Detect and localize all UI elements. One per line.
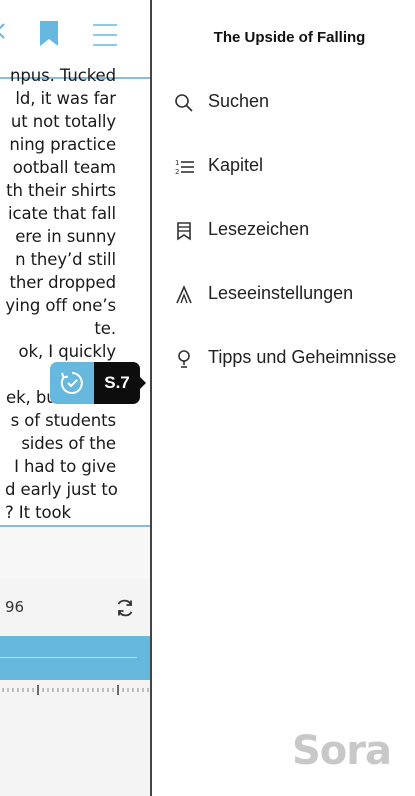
search-icon — [174, 93, 194, 113]
menu-item-reading-settings[interactable]: Leseeinstellungen — [174, 275, 415, 315]
page-indicator[interactable]: S.7 — [50, 362, 146, 404]
text-line: d early just to — [5, 480, 118, 499]
text-line: ld, it was far — [15, 89, 116, 108]
text-line: s of students — [10, 411, 116, 430]
text-line: ok, I quickly — [18, 342, 117, 361]
svg-text:2: 2 — [175, 168, 179, 176]
text-line: I had to give — [14, 457, 116, 476]
badge-arrow — [139, 376, 146, 390]
text-line: npus. Tucked — [10, 68, 116, 85]
text-line: ut not totally — [10, 112, 116, 131]
text-line: icate that fall — [8, 204, 116, 223]
hamburger-menu-icon[interactable] — [92, 22, 118, 53]
svg-text:1: 1 — [175, 159, 179, 167]
chapter-list-icon: 1 2 — [174, 157, 194, 177]
menu-item-bookmarks[interactable]: Lesezeichen — [174, 211, 415, 251]
menu-item-tips[interactable]: Tipps und Geheimnisse — [174, 339, 415, 379]
sync-icon[interactable] — [115, 598, 135, 623]
bookmark-icon[interactable] — [39, 20, 59, 53]
reader-panel[interactable]: npus. Tucked ld, it was far ut not totally… — [0, 0, 150, 796]
page-number-label: S.7 — [104, 373, 130, 392]
menu-item-label: Tipps und Geheimnisse — [208, 347, 397, 367]
reader-footer-spacer — [0, 527, 150, 579]
menu-item-search[interactable]: Suchen — [174, 83, 415, 123]
progress-bar[interactable] — [0, 636, 150, 680]
page-ruler[interactable] — [0, 684, 150, 696]
page-total: 96 — [5, 598, 25, 616]
text-line: ere in sunny — [15, 227, 116, 246]
text-line: th their shirts — [6, 181, 116, 200]
side-menu: The Upside of Falling Suchen 1 2 Kapitel — [152, 0, 415, 796]
menu-item-label: Kapitel — [208, 155, 264, 175]
book-title: The Upside of Falling — [213, 29, 366, 46]
book-text[interactable]: npus. Tucked ld, it was far ut not totally… — [0, 68, 150, 526]
text-line: ? It took — [5, 503, 71, 522]
text-line: ning practice — [9, 135, 116, 154]
text-settings-icon — [174, 285, 194, 305]
chevron-left-icon[interactable] — [0, 20, 8, 47]
menu-item-label: Leseeinstellungen — [208, 283, 354, 303]
lightbulb-icon — [174, 349, 194, 369]
progress-track — [0, 657, 137, 658]
app-window: npus. Tucked ld, it was far ut not totally… — [0, 0, 415, 796]
bookmarks-icon — [174, 221, 194, 241]
timer-icon — [59, 370, 85, 401]
text-line: sides of the — [21, 434, 116, 453]
menu-item-chapters[interactable]: 1 2 Kapitel — [174, 147, 415, 187]
text-line: ootball team — [12, 158, 116, 177]
text-line: ther dropped — [9, 273, 117, 292]
timer-button[interactable] — [50, 362, 94, 404]
menu-item-label: Suchen — [208, 91, 270, 111]
text-line: ying off one’s — [5, 296, 116, 315]
menu-item-label: Lesezeichen — [208, 219, 310, 239]
text-line: n they’d still — [15, 250, 116, 269]
brand-logo: Sora — [292, 728, 392, 774]
text-line: te. — [94, 319, 116, 338]
